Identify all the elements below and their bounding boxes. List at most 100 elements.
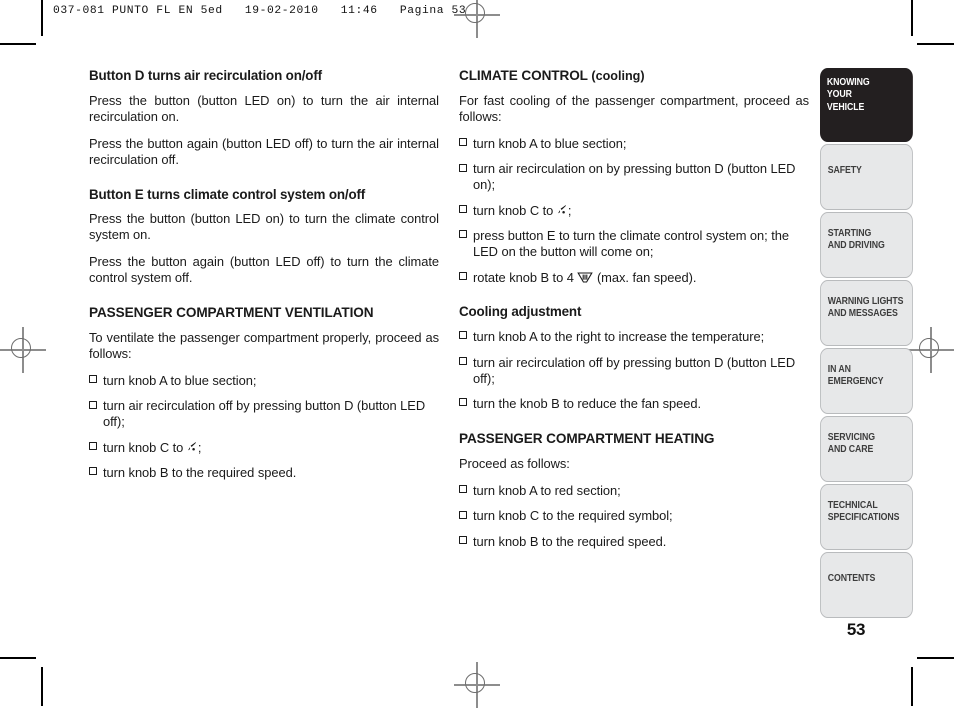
registration-mark-left: [0, 327, 46, 373]
square-bullet-icon: [459, 510, 467, 519]
paragraph-ventilation-intro: To ventilate the passenger compartment p…: [89, 330, 439, 362]
crop-mark-bottom-left-vertical: [41, 667, 43, 706]
list-item: turn knob C to the required symbol;: [459, 508, 809, 524]
list-item-label: turn the knob B to reduce the fan speed.: [473, 396, 702, 412]
list-item: turn knob C to ;: [89, 440, 439, 456]
tab-technical-specifications[interactable]: TECHNICAL SPECIFICATIONS: [820, 484, 913, 550]
list-item-label-prefix: turn knob C to: [103, 439, 187, 455]
tab-knowing-your-vehicle[interactable]: KNOWING YOUR VEHICLE: [820, 68, 913, 142]
registration-mark-circle: [465, 3, 485, 23]
list-item: turn knob A to the right to increase the…: [459, 329, 809, 345]
tab-contents[interactable]: CONTENTS: [820, 552, 913, 618]
face-vent-airflow-icon: [557, 204, 568, 216]
list-item-label-suffix: ;: [567, 202, 572, 218]
crop-mark-bottom-right-vertical: [911, 667, 913, 706]
cooling-steps-list: turn knob A to blue section; turn air re…: [459, 136, 809, 286]
list-item: turn knob C to ;: [459, 203, 809, 219]
list-item-label: turn knob B to the required speed.: [103, 465, 297, 481]
left-text-column: Button D turns air recirculation on/off …: [89, 68, 439, 491]
list-item-label: press button E to turn the climate contr…: [473, 228, 789, 260]
tab-label: SERVICING AND CARE: [827, 432, 876, 456]
list-item-label: turn knob C to the required symbol;: [473, 508, 673, 524]
heading-passenger-compartment-heating: PASSENGER COMPARTMENT HEATING: [459, 431, 715, 447]
crop-mark-top-left-vertical: [41, 0, 43, 36]
tab-label: KNOWING YOUR VEHICLE: [826, 77, 870, 113]
section-thumb-index: KNOWING YOUR VEHICLE SAFETY STARTING AND DR…: [820, 68, 928, 620]
registration-mark-circle: [465, 673, 485, 693]
heading-climate-control: CLIMATE CONTROL (cooling): [459, 68, 809, 84]
square-bullet-icon: [459, 331, 467, 340]
list-item: turn knob B to the required speed.: [89, 465, 439, 481]
tab-in-an-emergency[interactable]: IN AN EMERGENCY: [820, 348, 913, 414]
square-bullet-icon: [89, 442, 97, 451]
crop-mark-top-right-vertical: [911, 0, 913, 36]
list-item-label: turn knob B to the required speed.: [473, 533, 667, 549]
square-bullet-icon: [459, 230, 467, 239]
list-item-label: turn air recirculation off by pressing b…: [473, 354, 796, 386]
list-item-label: turn knob A to the right to increase the…: [473, 329, 765, 345]
tab-label: CONTENTS: [827, 573, 876, 584]
tab-servicing-and-care[interactable]: SERVICING AND CARE: [820, 416, 913, 482]
crop-mark-bottom-left-horizontal: [0, 657, 36, 659]
square-bullet-icon: [89, 400, 97, 409]
square-bullet-icon: [459, 536, 467, 545]
list-item-label: turn knob A to red section;: [473, 483, 621, 498]
list-item: turn air recirculation off by pressing b…: [89, 398, 439, 430]
list-item: turn knob A to blue section;: [89, 373, 439, 389]
tab-label: SAFETY: [827, 165, 862, 176]
crop-mark-top-left-horizontal: [0, 43, 36, 45]
list-item-label-suffix: (max. fan speed).: [593, 269, 697, 285]
blower-fan-icon: [577, 271, 594, 284]
tab-label: WARNING LIGHTS AND MESSAGES: [827, 296, 904, 320]
list-item-label: turn air recirculation on by pressing bu…: [473, 161, 796, 193]
list-item: turn knob A to red section;: [459, 483, 809, 499]
registration-mark-circle: [11, 338, 31, 358]
paragraph-button-e-off: Press the button again (button LED off) …: [89, 254, 439, 286]
page-number: 53: [846, 620, 866, 639]
square-bullet-icon: [459, 163, 467, 172]
paragraph-heating-intro: Proceed as follows:: [459, 456, 570, 472]
paragraph-button-d-on: Press the button (button LED on) to turn…: [89, 92, 439, 124]
tab-starting-and-driving[interactable]: STARTING AND DRIVING: [820, 212, 913, 278]
heating-steps-list: turn knob A to red section; turn knob C …: [459, 483, 809, 550]
square-bullet-icon: [459, 138, 467, 147]
list-item: turn knob B to the required speed.: [459, 534, 809, 550]
heading-button-d: Button D turns air recirculation on/off: [89, 68, 322, 83]
heading-cooling-adjustment: Cooling adjustment: [459, 304, 582, 320]
list-item-label: turn knob A to blue section;: [473, 135, 627, 151]
square-bullet-icon: [459, 271, 467, 280]
crop-mark-bottom-right-horizontal: [917, 657, 954, 659]
paragraph-button-d-off: Press the button again (button LED off) …: [89, 135, 439, 167]
list-item: turn air recirculation on by pressing bu…: [459, 161, 809, 193]
square-bullet-icon: [89, 467, 97, 476]
list-item: rotate knob B to 4 (max. fan speed).: [459, 270, 809, 286]
list-item-label: turn air recirculation off by pressing b…: [103, 398, 426, 430]
list-item-label-prefix: turn knob C to: [473, 202, 557, 218]
square-bullet-icon: [459, 485, 467, 494]
tab-label: STARTING AND DRIVING: [827, 228, 885, 252]
list-item: turn air recirculation off by pressing b…: [459, 355, 809, 387]
tab-warning-lights-and-messages[interactable]: WARNING LIGHTS AND MESSAGES: [820, 280, 913, 346]
tab-label: TECHNICAL SPECIFICATIONS: [827, 500, 900, 524]
running-head: 037-081 PUNTO FL EN 5ed 19-02-2010 11:46…: [53, 5, 467, 17]
face-vent-airflow-icon: [187, 441, 198, 453]
crop-mark-top-right-horizontal: [917, 43, 954, 45]
heading-button-e: Button E turns climate control system on…: [89, 186, 366, 202]
list-item-label-suffix: ;: [197, 439, 202, 455]
list-item: turn knob A to blue section;: [459, 136, 809, 152]
square-bullet-icon: [459, 398, 467, 407]
paragraph-cooling-intro: For fast cooling of the passenger compar…: [459, 93, 809, 124]
right-text-column: CLIMATE CONTROL (cooling) For fast cooli…: [459, 68, 809, 559]
heading-passenger-compartment-ventilation: PASSENGER COMPARTMENT VENTILATION: [89, 305, 374, 321]
ventilation-steps-list: turn knob A to blue section; turn air re…: [89, 373, 439, 481]
registration-mark-bottom: [454, 662, 500, 708]
list-item: press button E to turn the climate contr…: [459, 228, 809, 260]
square-bullet-icon: [459, 204, 467, 213]
tab-label: IN AN EMERGENCY: [827, 364, 884, 388]
list-item-label: turn knob A to blue section;: [103, 373, 257, 389]
heading-climate-control-main: CLIMATE CONTROL: [459, 68, 588, 83]
square-bullet-icon: [89, 375, 97, 384]
heading-climate-control-sub: (cooling): [587, 69, 645, 83]
square-bullet-icon: [459, 356, 467, 365]
tab-safety[interactable]: SAFETY: [820, 144, 913, 210]
